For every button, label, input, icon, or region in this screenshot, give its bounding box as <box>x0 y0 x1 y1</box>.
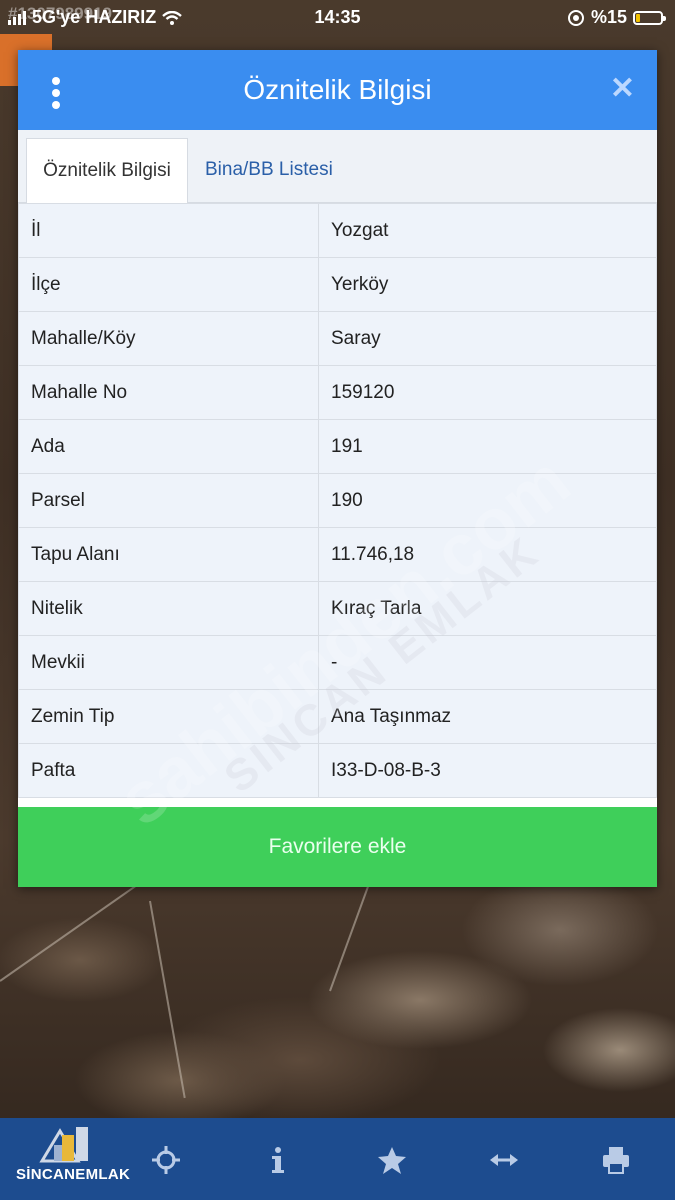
logo-text: SİNCANEMLAK <box>16 1166 131 1183</box>
status-bar: #1307989919 5G'ye HAZIRIZ 14:35 %15 <box>0 0 675 34</box>
crosshair-icon[interactable] <box>150 1144 182 1176</box>
measure-icon[interactable] <box>488 1144 520 1176</box>
agency-logo: SİNCANEMLAK <box>12 1115 130 1187</box>
row-value: 159120 <box>318 365 657 420</box>
row-key: İl <box>18 203 319 258</box>
location-lock-icon <box>567 9 584 26</box>
table-row: Tapu Alanı 11.746,18 <box>18 527 657 582</box>
row-value: Yerköy <box>318 257 657 312</box>
battery-icon <box>633 10 666 25</box>
row-key: Parsel <box>18 473 319 528</box>
dialog-title: Öznitelik Bilgisi <box>243 74 432 105</box>
row-key: Nitelik <box>18 581 319 636</box>
row-key: İlçe <box>18 257 319 312</box>
row-key: Tapu Alanı <box>18 527 319 582</box>
row-key: Mahalle/Köy <box>18 311 319 366</box>
row-key: Mahalle No <box>18 365 319 420</box>
battery-level <box>636 13 640 22</box>
table-row: Mahalle No 159120 <box>18 365 657 420</box>
building-logo-icon <box>39 1127 88 1163</box>
dialog-tabs: Öznitelik Bilgisi Bina/BB Listesi <box>18 130 657 203</box>
row-key: Ada <box>18 419 319 474</box>
attribute-dialog: Öznitelik Bilgisi ✕ Öznitelik Bilgisi Bi… <box>18 50 657 887</box>
star-icon[interactable] <box>376 1144 408 1176</box>
close-icon[interactable]: ✕ <box>610 74 635 104</box>
dialog-header: Öznitelik Bilgisi ✕ <box>18 50 657 130</box>
table-row: Ada 191 <box>18 419 657 474</box>
row-value: I33-D-08-B-3 <box>318 743 657 798</box>
add-favorite-button[interactable]: Favorilere ekle <box>18 807 657 887</box>
row-value: Saray <box>318 311 657 366</box>
row-value: 191 <box>318 419 657 474</box>
info-icon[interactable] <box>262 1144 294 1176</box>
tab-building-list[interactable]: Bina/BB Listesi <box>205 138 333 202</box>
row-value: Yozgat <box>318 203 657 258</box>
table-row: İlçe Yerköy <box>18 257 657 312</box>
battery-percent: %15 <box>590 7 627 27</box>
table-row: Mahalle/Köy Saray <box>18 311 657 366</box>
print-icon[interactable] <box>600 1144 632 1176</box>
tab-attribute-info[interactable]: Öznitelik Bilgisi <box>26 138 188 203</box>
table-row: İl Yozgat <box>18 203 657 258</box>
